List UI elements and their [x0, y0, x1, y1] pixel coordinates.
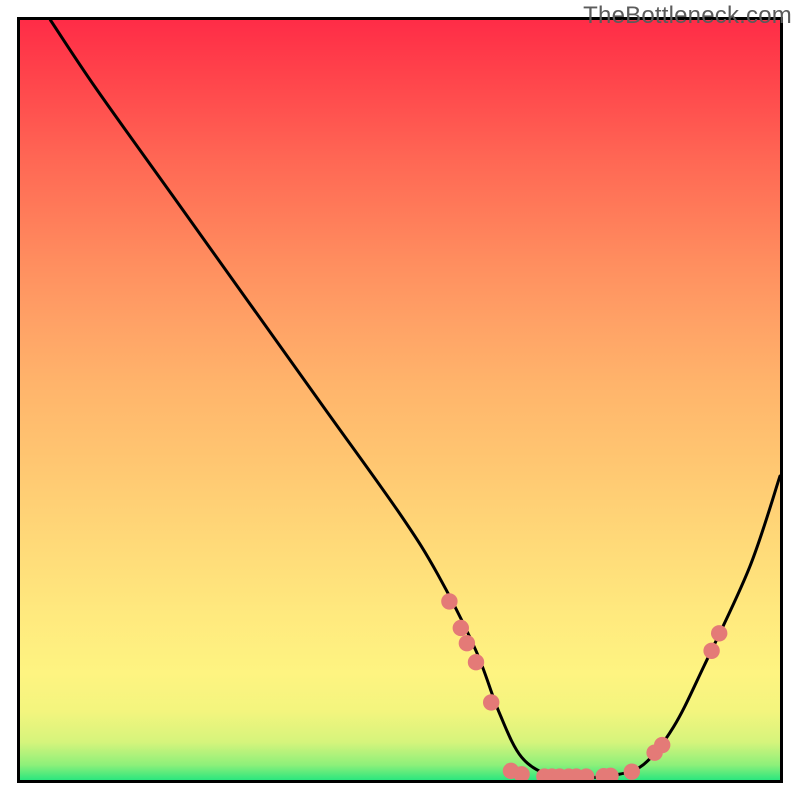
data-marker: [703, 643, 719, 659]
data-marker: [459, 635, 475, 651]
data-marker: [624, 763, 640, 779]
plot-area: [17, 17, 783, 783]
curve-layer: [20, 20, 780, 780]
curve-path: [50, 20, 780, 778]
chart-container: TheBottleneck.com: [0, 0, 800, 800]
markers-group: [441, 593, 727, 780]
data-marker: [441, 593, 457, 609]
watermark: TheBottleneck.com: [583, 2, 792, 30]
data-marker: [453, 620, 469, 636]
data-marker: [468, 654, 484, 670]
data-marker: [483, 694, 499, 710]
data-marker: [654, 737, 670, 753]
data-marker: [711, 625, 727, 641]
